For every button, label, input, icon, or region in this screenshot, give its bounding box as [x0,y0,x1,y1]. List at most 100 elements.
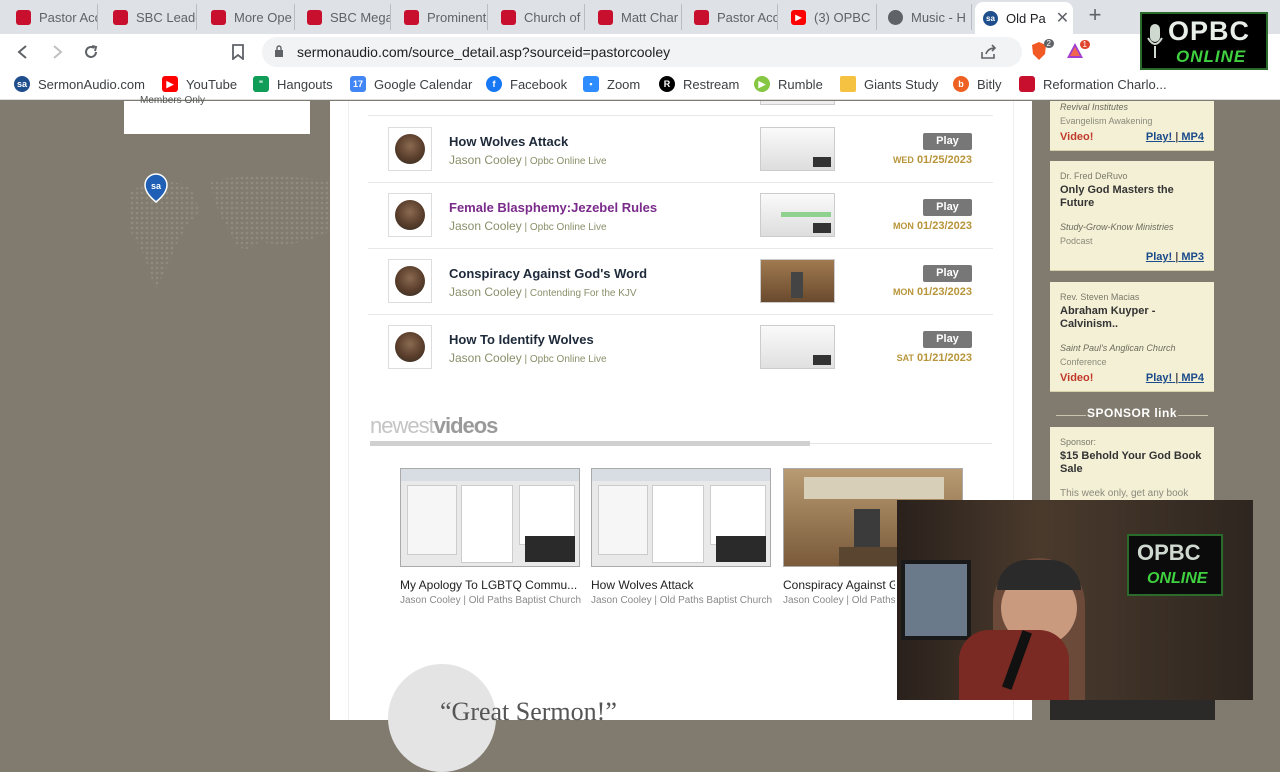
heading-divider [810,443,992,444]
forward-button[interactable] [45,40,69,64]
address-bar[interactable]: sermonaudio.com/source_detail.asp?source… [262,37,1022,67]
sermon-title[interactable]: How To Identify Wolves [449,332,594,347]
series-link[interactable]: Opbc Online Live [530,156,607,167]
video-title[interactable]: How Wolves Attack [591,578,776,592]
video-link[interactable]: Video! [1060,372,1093,384]
toolbar: sermonaudio.com/source_detail.asp?source… [0,34,1280,70]
sponsor-title[interactable]: $15 Behold Your God Book Sale [1060,450,1210,476]
svg-text:sa: sa [151,181,162,191]
bookmark-google-calendar[interactable]: 17 Google Calendar [350,76,472,92]
tab-8[interactable]: Pastor Acc [686,4,778,30]
play-link[interactable]: Play! | MP4 [1146,372,1204,384]
bookmark-folder-giants-study[interactable]: Giants Study [840,76,938,92]
tab-10[interactable]: Music - H [880,4,972,30]
back-button[interactable] [11,40,35,64]
url-text[interactable]: sermonaudio.com/source_detail.asp?source… [297,44,670,60]
series-link[interactable]: Opbc Online Live [530,222,607,233]
folder-icon [840,76,856,92]
bookmark-youtube[interactable]: ▶ YouTube [162,76,237,92]
sermonaudio-icon: sa [14,76,30,92]
tab-6[interactable]: Church of [493,4,585,30]
bookmark-facebook[interactable]: f Facebook [486,76,567,92]
sidebar-sermon-title[interactable]: Abraham Kuyper - Calvinism.. [1060,305,1210,331]
sermonaudio-icon [404,9,419,25]
play-button[interactable]: Play [923,133,972,150]
sermon-date: MON 01/23/2023 [892,220,972,232]
play-button[interactable]: Play [923,331,972,348]
sponsor-card[interactable]: Sponsor: $15 Behold Your God Book Sale T… [1050,427,1214,507]
youtube-icon: ▶ [162,76,178,92]
series-link[interactable]: Opbc Online Live [530,354,607,365]
author-link[interactable]: Jason Cooley [449,285,522,299]
new-tab-button[interactable]: + [1084,4,1106,26]
sermonaudio-icon [307,9,322,25]
sermon-author: Jason Cooley | Opbc Online Live [449,351,607,365]
bookmark-restream[interactable]: R Restream [659,76,739,92]
sermon-author: Jason Cooley | Opbc Online Live [449,219,607,233]
author-link[interactable]: Jason Cooley [449,351,522,365]
sermon-date: MON 01/23/2023 [892,286,972,298]
sermon-title[interactable]: How Wolves Attack [449,134,568,149]
sidebar-card: Rev. Steven Macias Abraham Kuyper - Calv… [1050,282,1214,392]
tab-7[interactable]: Matt Char [590,4,682,30]
close-tab-icon[interactable]: ✕ [1056,8,1069,28]
brave-shields-icon[interactable]: 2 [1030,39,1054,63]
video-thumbnail[interactable] [591,468,771,567]
speaker-avatar[interactable] [388,325,432,369]
play-button[interactable]: Play [923,199,972,216]
bitly-icon: b [953,76,969,92]
bookmark-hangouts[interactable]: " Hangouts [253,76,333,92]
tab-active[interactable]: sa Old Pa ✕ [975,2,1073,34]
calendar-icon: 17 [350,76,366,92]
sermonaudio-icon [694,9,709,25]
facebook-icon: f [486,76,502,92]
sermon-thumbnail[interactable] [760,193,835,237]
bookmark-bitly[interactable]: b Bitly [953,76,1002,92]
author-link[interactable]: Jason Cooley [449,153,522,167]
sidebar-sermon-title[interactable]: Only God Masters the Future [1060,184,1210,210]
video-title[interactable]: My Apology To LGBTQ Commu... [400,578,585,592]
speaker-avatar[interactable] [388,259,432,303]
sermon-title[interactable]: Female Blasphemy:Jezebel Rules [449,200,657,215]
tab-3[interactable]: More Ope [203,4,295,30]
reload-button[interactable] [79,40,103,64]
lock-icon [275,45,283,57]
sermon-author: Jason Cooley | Opbc Online Live [449,153,607,167]
video-title[interactable]: Conspiracy Against G [783,578,895,592]
sermon-date: SAT 01/21/2023 [896,352,972,364]
sermon-date: WED 01/25/2023 [892,154,972,166]
shields-badge: 2 [1043,39,1054,48]
bookmark-rumble[interactable]: ▶ Rumble [754,76,823,92]
opbc-logo: OPBC ONLINE [1140,12,1268,70]
play-link[interactable]: Play! | MP3 [1146,251,1204,263]
series-link[interactable]: Contending For the KJV [530,288,637,299]
sermon-title[interactable]: Conspiracy Against God's Word [449,266,647,281]
play-link[interactable]: Play! | MP4 [1146,131,1204,143]
sidebar-bottom [1050,700,1215,720]
tab-9[interactable]: ▶ (3) OPBC [783,4,877,30]
tab-5[interactable]: Prominent [396,4,488,30]
video-subtitle: Jason Cooley | Old Paths Baptist Church [591,595,773,606]
tab-1[interactable]: Pastor Acc [8,4,98,30]
tab-2[interactable]: SBC Leade [105,4,197,30]
bookmark-icon[interactable] [226,40,250,64]
speaker-avatar[interactable] [388,127,432,171]
brave-rewards-icon[interactable]: 1 [1066,40,1090,62]
sermon-thumbnail[interactable] [760,259,835,303]
play-button[interactable]: Play [923,265,972,282]
sermon-thumbnail[interactable] [760,127,835,171]
page-viewport: Members Only sa How Wolves Attack Jason … [0,95,1280,772]
restream-icon: R [659,76,675,92]
bookmark-reformation-charlotte[interactable]: Reformation Charlo... [1019,76,1167,92]
hangouts-icon: " [253,76,269,92]
author-link[interactable]: Jason Cooley [449,219,522,233]
video-link[interactable]: Video! [1060,131,1093,143]
tab-4[interactable]: SBC Mega [299,4,391,30]
sermon-thumbnail[interactable] [760,325,835,369]
rumble-icon: ▶ [754,76,770,92]
bookmark-zoom[interactable]: ▪ Zoom [583,76,640,92]
speaker-avatar[interactable] [388,193,432,237]
share-icon[interactable] [980,44,998,60]
bookmark-sermonaudio[interactable]: sa SermonAudio.com [14,76,145,92]
video-thumbnail[interactable] [400,468,580,567]
